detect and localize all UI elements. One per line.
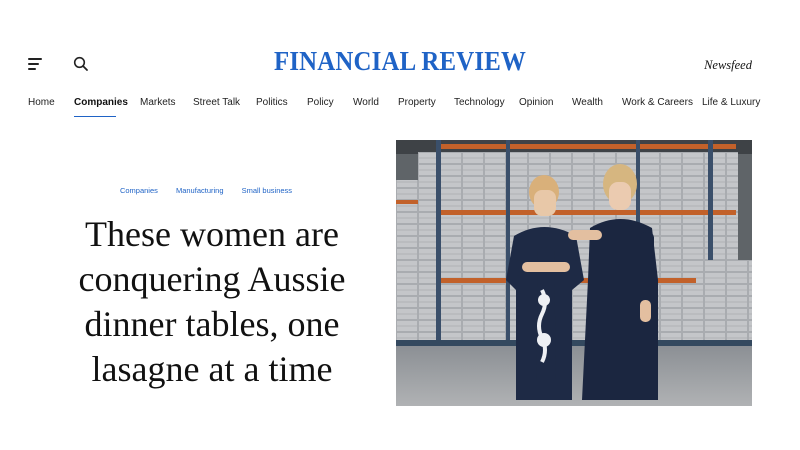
hero-image[interactable] [396, 140, 752, 406]
nav-item-companies[interactable]: Companies [74, 97, 128, 108]
article-headline[interactable]: These women are conquering Aussie dinner… [44, 212, 380, 392]
nav-item-policy[interactable]: Policy [307, 97, 334, 108]
nav-item-home[interactable]: Home [28, 97, 55, 108]
nav-item-markets[interactable]: Markets [140, 97, 176, 108]
nav-item-property[interactable]: Property [398, 97, 436, 108]
site-logo[interactable]: FINANCIAL REVIEW [32, 46, 768, 77]
nav-item-opinion[interactable]: Opinion [519, 97, 553, 108]
nav-item-life-luxury[interactable]: Life & Luxury [702, 97, 760, 108]
nav-active-underline [74, 116, 116, 117]
nav-item-politics[interactable]: Politics [256, 97, 288, 108]
nav-item-world[interactable]: World [353, 97, 379, 108]
nav-item-work-careers[interactable]: Work & Careers [622, 97, 693, 108]
tag-manufacturing[interactable]: Manufacturing [176, 186, 224, 195]
nav-item-technology[interactable]: Technology [454, 97, 505, 108]
nav-item-wealth[interactable]: Wealth [572, 97, 603, 108]
article-tags: Companies Manufacturing Small business [0, 186, 412, 195]
nav-item-street-talk[interactable]: Street Talk [193, 97, 240, 108]
tag-companies[interactable]: Companies [120, 186, 158, 195]
site-header: FINANCIAL REVIEW Newsfeed Home Companies… [0, 0, 800, 130]
main-nav: Home Companies Markets Street Talk Polit… [0, 94, 800, 120]
newsfeed-link[interactable]: Newsfeed [704, 58, 752, 73]
tag-small-business[interactable]: Small business [242, 186, 292, 195]
